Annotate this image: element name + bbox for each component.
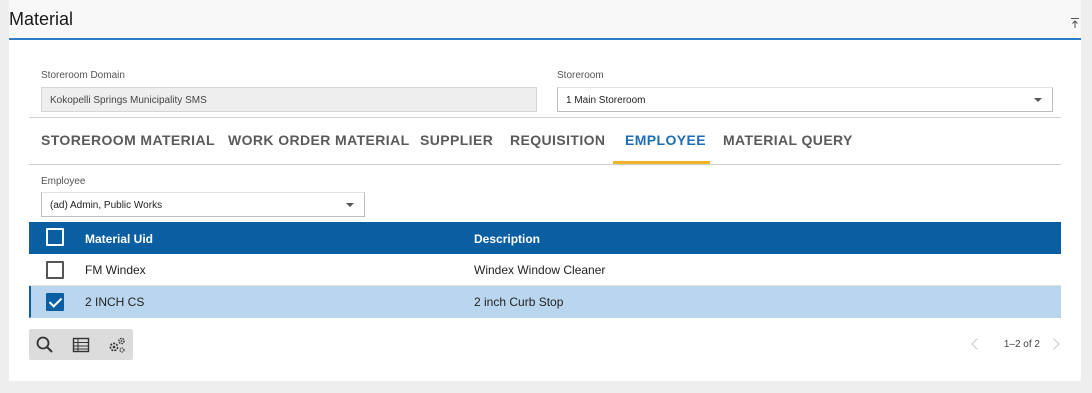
tab-employee[interactable]: EMPLOYEE xyxy=(625,118,706,164)
table-header: Material Uid Description xyxy=(29,222,1061,254)
employee-value: (ad) Admin, Public Works xyxy=(50,200,163,211)
employee-select[interactable]: (ad) Admin, Public Works xyxy=(41,192,365,217)
storeroom-domain-value: Kokopelli Springs Municipality SMS xyxy=(50,95,207,106)
grid-icon[interactable] xyxy=(71,335,91,355)
table-row[interactable]: 2 INCH CS 2 inch Curb Stop xyxy=(29,286,1061,318)
column-header-material-uid[interactable]: Material Uid xyxy=(85,232,153,246)
collapse-up-icon[interactable] xyxy=(1069,17,1081,29)
panel-header: Material xyxy=(9,0,1081,40)
chevron-right-icon[interactable] xyxy=(1048,338,1060,350)
tab-supplier[interactable]: SUPPLIER xyxy=(420,118,493,164)
row-checkbox[interactable] xyxy=(46,293,64,311)
chevron-left-icon[interactable] xyxy=(971,338,983,350)
tabs-divider-bottom xyxy=(29,164,1061,165)
tab-requisition[interactable]: REQUISITION xyxy=(510,118,605,164)
cell-description: 2 inch Curb Stop xyxy=(474,295,564,309)
chevron-down-icon xyxy=(346,203,354,207)
cell-material-uid: FM Windex xyxy=(85,263,146,277)
storeroom-value: 1 Main Storeroom xyxy=(566,95,646,106)
pagination-range: 1–2 of 2 xyxy=(1003,339,1040,350)
column-header-description[interactable]: Description xyxy=(474,232,540,246)
search-icon[interactable] xyxy=(35,335,55,355)
select-all-checkbox[interactable] xyxy=(46,228,64,246)
settings-gears-icon[interactable] xyxy=(107,335,127,355)
storeroom-select[interactable]: 1 Main Storeroom xyxy=(557,87,1053,112)
storeroom-domain-field: Kokopelli Springs Municipality SMS xyxy=(41,87,537,112)
table-row[interactable]: FM Windex Windex Window Cleaner xyxy=(29,254,1061,286)
storeroom-label: Storeroom xyxy=(557,70,604,81)
storeroom-domain-label: Storeroom Domain xyxy=(41,70,125,81)
active-tab-indicator xyxy=(613,161,710,164)
material-panel: Material Storeroom Domain Kokopelli Spri… xyxy=(9,0,1081,381)
cell-material-uid: 2 INCH CS xyxy=(85,295,145,309)
employee-label: Employee xyxy=(41,176,86,187)
tab-material-query[interactable]: MATERIAL QUERY xyxy=(723,118,853,164)
tab-storeroom-material[interactable]: STOREROOM MATERIAL xyxy=(41,118,215,164)
table-toolbar xyxy=(29,329,133,360)
row-checkbox[interactable] xyxy=(46,261,64,279)
pagination: 1–2 of 2 xyxy=(971,337,1061,353)
cell-description: Windex Window Cleaner xyxy=(474,263,606,277)
page-title: Material xyxy=(9,9,74,29)
tab-work-order-material[interactable]: WORK ORDER MATERIAL xyxy=(228,118,410,164)
chevron-down-icon xyxy=(1034,98,1042,102)
